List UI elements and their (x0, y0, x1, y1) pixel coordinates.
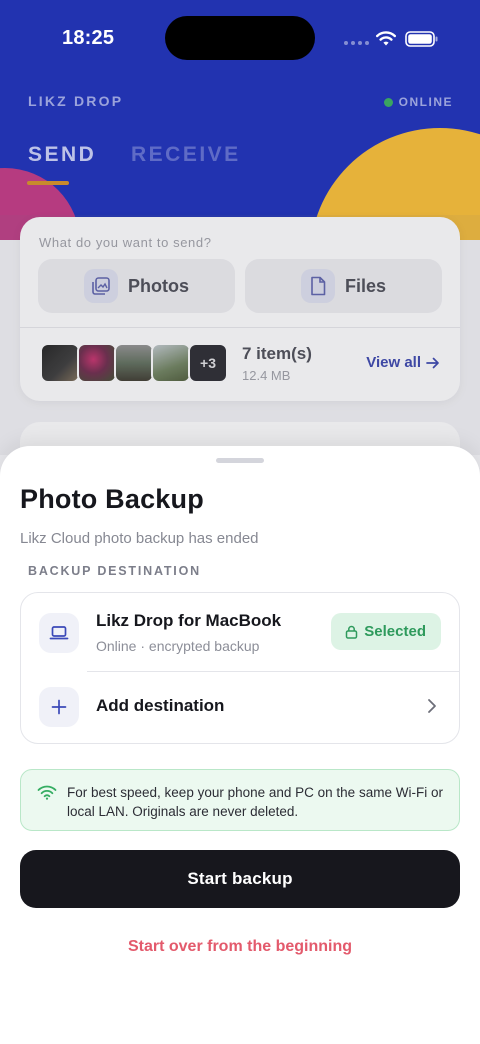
sheet-grabber[interactable] (216, 458, 264, 463)
start-over-link[interactable]: Start over from the beginning (0, 938, 480, 956)
sheet-subtitle: Likz Cloud photo backup has ended (20, 530, 259, 547)
tip-text: For best speed, keep your phone and PC o… (67, 785, 443, 819)
chevron-right-icon (428, 699, 436, 713)
battery-icon (405, 31, 438, 47)
connection-status: ONLINE (383, 95, 453, 109)
cellular-signal-icon (344, 41, 369, 45)
app-name: LIKZ DROP (28, 93, 124, 109)
destination-item-macbook[interactable]: Likz Drop for MacBook Online · encrypted… (21, 593, 459, 671)
connection-status-label: ONLINE (398, 95, 453, 109)
destination-name: Likz Drop for MacBook (96, 611, 282, 630)
active-tab-indicator (27, 181, 69, 185)
selected-badge-label: Selected (364, 623, 426, 640)
plus-icon (39, 687, 79, 727)
destination-list: Likz Drop for MacBook Online · encrypted… (20, 592, 460, 744)
section-label: BACKUP DESTINATION (28, 564, 201, 578)
tab-receive[interactable]: RECEIVE (131, 143, 241, 167)
sheet-title: Photo Backup (20, 484, 204, 514)
online-dot-icon (383, 97, 393, 107)
start-backup-button[interactable]: Start backup (20, 850, 460, 908)
destination-meta: Online · encrypted backup (96, 638, 260, 654)
status-time: 18:25 (62, 27, 115, 49)
network-tip: For best speed, keep your phone and PC o… (20, 769, 460, 831)
dynamic-island (165, 16, 315, 60)
lock-icon (346, 625, 358, 639)
add-destination-row[interactable]: Add destination (21, 672, 459, 745)
laptop-icon (39, 613, 79, 653)
selected-badge: Selected (331, 613, 441, 650)
add-destination-label: Add destination (96, 696, 225, 715)
tab-send[interactable]: SEND (28, 143, 96, 167)
app-header: 18:25 LIKZ DROP ONLINE SEND RECEIVE (0, 0, 480, 240)
backdrop-scrim[interactable] (0, 215, 480, 455)
photo-backup-sheet: Photo Backup Likz Cloud photo backup has… (0, 446, 480, 1044)
wifi-icon (37, 785, 57, 800)
wifi-status-icon (376, 31, 396, 46)
